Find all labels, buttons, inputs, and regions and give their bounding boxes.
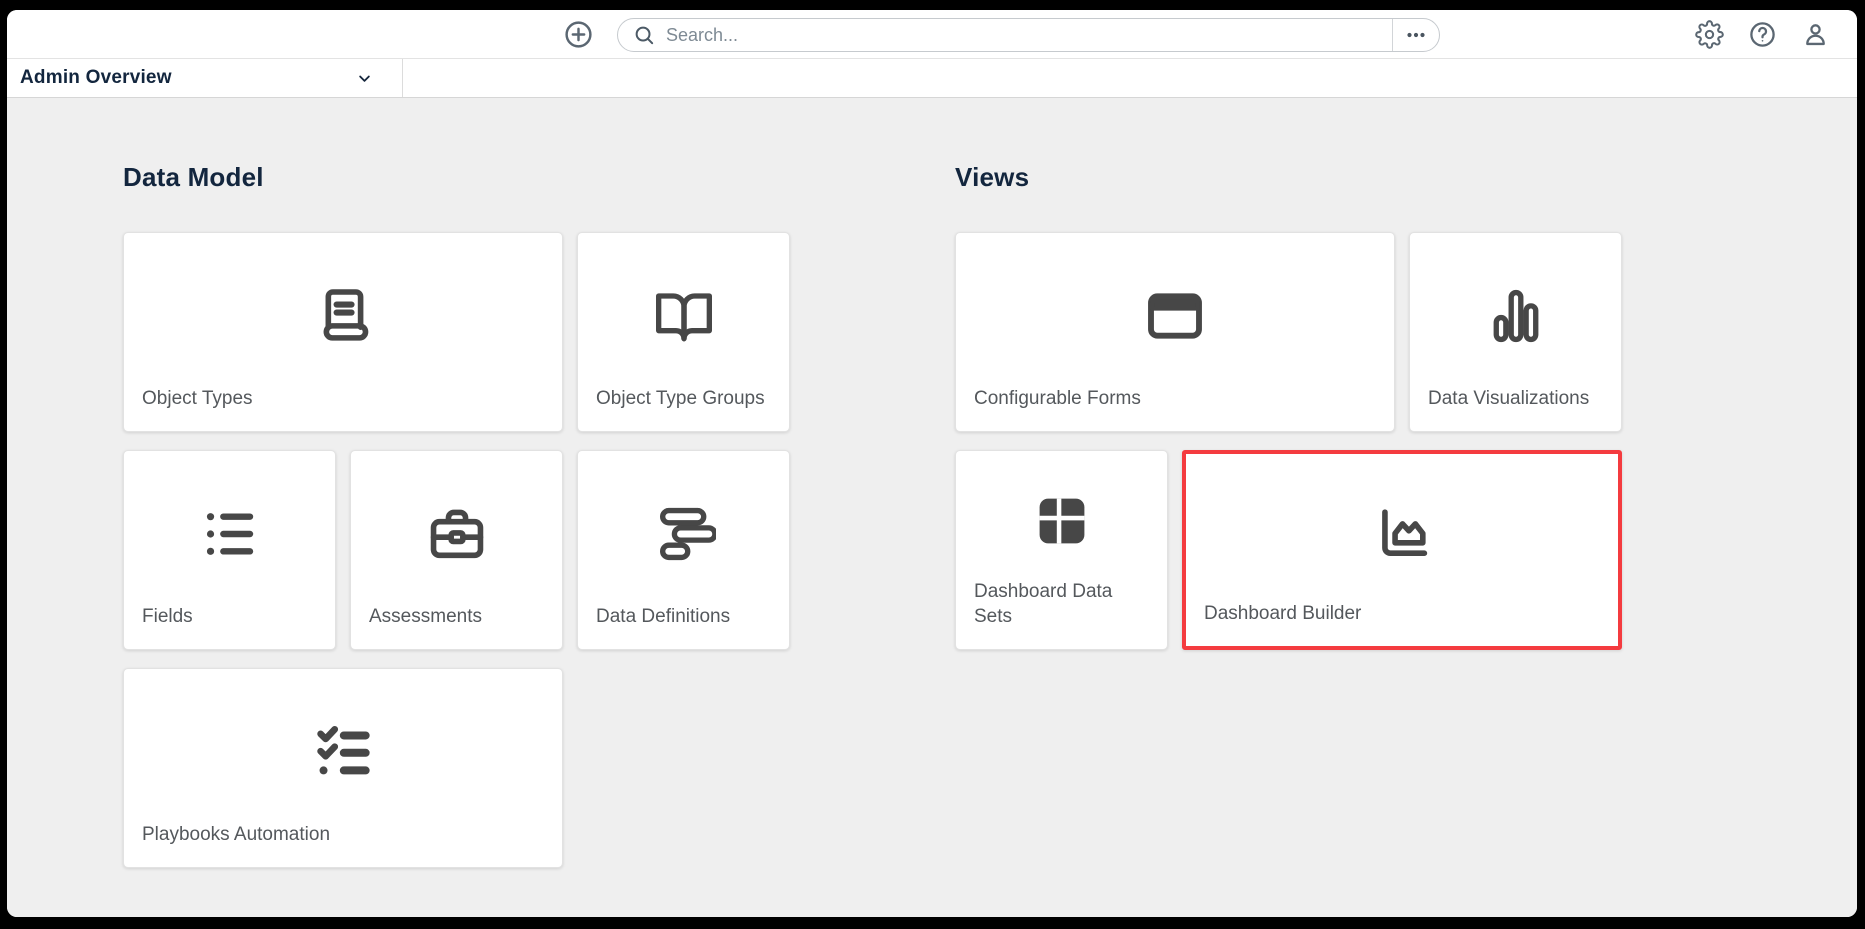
window-icon	[956, 233, 1394, 386]
card-label: Assessments	[369, 606, 482, 627]
card-label: Fields	[142, 606, 193, 627]
card-label: Object Types	[142, 388, 253, 409]
section-title: Views	[955, 162, 1030, 192]
plus-circle-icon	[563, 19, 594, 50]
topbar-actions	[1695, 10, 1830, 59]
settings-button[interactable]	[1695, 20, 1724, 49]
list-icon	[124, 451, 335, 604]
card-dashboard-builder[interactable]: Dashboard Builder	[1182, 450, 1622, 650]
section-data-model: Data Model Object Types Object Type Groups…	[123, 162, 790, 868]
gear-icon	[1695, 20, 1724, 49]
section-title: Data Model	[123, 162, 264, 192]
ellipsis-icon	[1404, 23, 1428, 47]
book-icon	[124, 233, 562, 386]
card-label: Configurable Forms	[974, 388, 1141, 409]
card-label: Object Type Groups	[596, 388, 765, 409]
card-dashboard-data-sets[interactable]: Dashboard Data Sets	[955, 450, 1168, 650]
search-bar[interactable]	[617, 18, 1440, 52]
checklist-icon	[124, 669, 562, 822]
section-views: Views Configurable Forms Data Visualizatio…	[955, 162, 1622, 650]
search-icon	[633, 24, 656, 47]
area-chart-icon	[1186, 454, 1618, 601]
book-open-icon	[578, 233, 789, 386]
bar-chart-icon	[1410, 233, 1621, 386]
chevron-down-icon	[355, 69, 374, 88]
card-label: Playbooks Automation	[142, 824, 331, 845]
user-button[interactable]	[1801, 20, 1830, 49]
card-assessments[interactable]: Assessments	[350, 450, 563, 650]
card-object-type-groups[interactable]: Object Type Groups	[577, 232, 790, 432]
help-button[interactable]	[1748, 20, 1777, 49]
card-playbooks-automation[interactable]: Playbooks Automation	[123, 668, 563, 868]
data-bars-icon	[578, 451, 789, 604]
card-label: Dashboard Data Sets	[974, 581, 1113, 627]
card-label: Data Definitions	[596, 606, 731, 627]
admin-content: Data Model Object Types Object Type Groups…	[7, 98, 1857, 917]
top-header	[7, 10, 1857, 59]
screen-frame: Admin Overview Data ModelObject TypesObj…	[0, 0, 1865, 929]
admin-overview-dropdown[interactable]: Admin Overview	[7, 59, 403, 97]
app-window: Admin Overview Data ModelObject TypesObj…	[7, 10, 1857, 917]
card-grid: Configurable Forms Data Visualizations Das…	[955, 232, 1622, 650]
briefcase-icon	[351, 451, 562, 604]
user-icon	[1801, 20, 1830, 49]
help-icon	[1748, 20, 1777, 49]
card-label: Data Visualizations	[1428, 388, 1590, 409]
card-object-types[interactable]: Object Types	[123, 232, 563, 432]
table-grid-icon	[956, 451, 1167, 579]
create-button[interactable]	[563, 19, 594, 50]
card-data-visualizations[interactable]: Data Visualizations	[1409, 232, 1622, 432]
card-fields[interactable]: Fields	[123, 450, 336, 650]
search-options-button[interactable]	[1392, 19, 1439, 51]
nav-bar: Admin Overview	[7, 59, 1857, 98]
card-grid: Object Types Object Type Groups Fields Asse…	[123, 232, 790, 868]
card-label: Dashboard Builder	[1204, 603, 1362, 624]
search-input[interactable]	[664, 23, 1392, 47]
dropdown-label: Admin Overview	[20, 67, 172, 88]
card-data-definitions[interactable]: Data Definitions	[577, 450, 790, 650]
card-configurable-forms[interactable]: Configurable Forms	[955, 232, 1395, 432]
